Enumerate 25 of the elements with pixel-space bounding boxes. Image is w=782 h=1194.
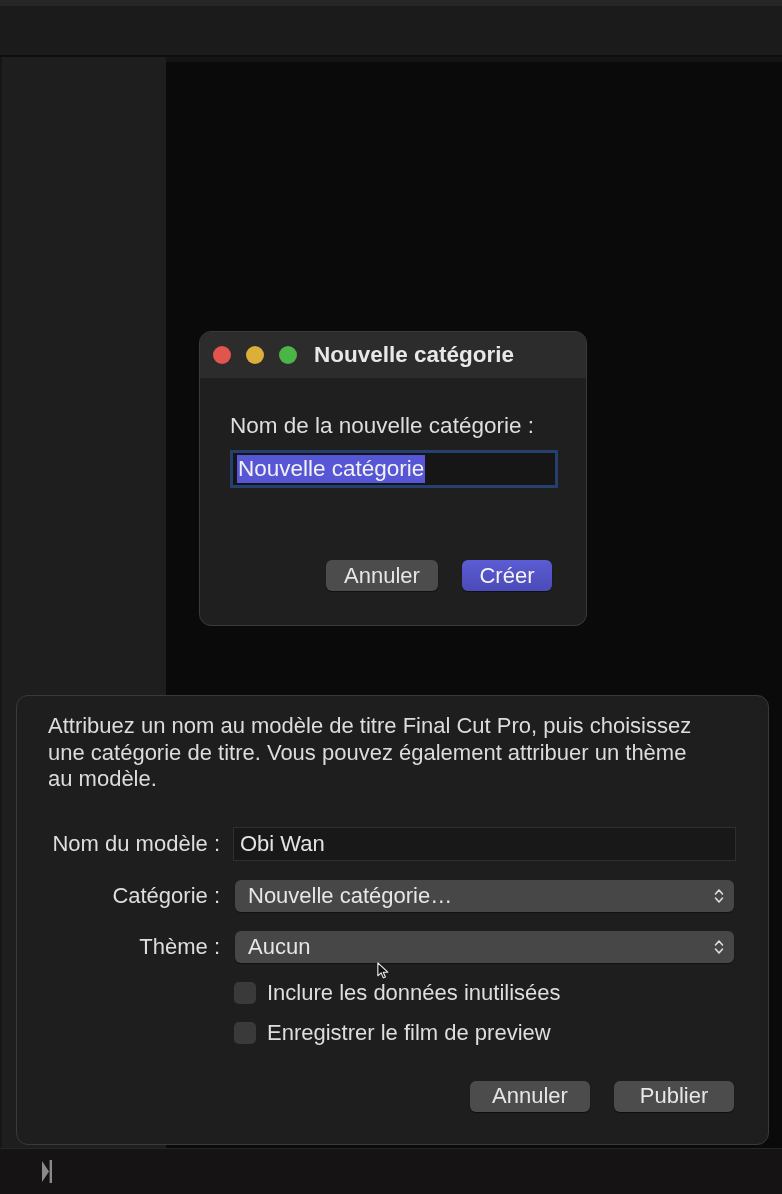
zoom-button[interactable]	[279, 346, 297, 364]
popup-button[interactable]: Nouvelle catégorie…	[235, 879, 734, 912]
chevron-updown-icon	[714, 887, 724, 904]
popup-button[interactable]: Aucun	[235, 930, 734, 963]
dialog-button[interactable]: Annuler	[326, 560, 438, 591]
field-label: Nom de la nouvelle catégorie :	[230, 413, 534, 438]
sheet-button[interactable]: Annuler	[470, 1080, 590, 1112]
checkbox-label: Enregistrer le film de preview	[267, 1021, 551, 1044]
field-label: Nom du modèle :	[51, 830, 220, 857]
description-text: Attribuez un nom au modèle de titre Final Cut Pro, puis choisissez une catégorie de titre. Vous pouvez également attribuer un thème au modèle.	[48, 713, 693, 793]
text-field[interactable]: Obi Wan	[233, 826, 736, 861]
chevron-updown-icon	[714, 938, 724, 955]
checkbox[interactable]	[234, 981, 256, 1004]
checkbox-label: Inclure les données inutilisées	[267, 981, 561, 1004]
checkbox[interactable]	[234, 1021, 256, 1044]
close-button[interactable]	[213, 346, 231, 364]
sheet-button[interactable]: Publier	[614, 1080, 734, 1112]
text-field[interactable]: Nouvelle catégorie	[230, 450, 558, 488]
triangle-bar-icon	[42, 1160, 52, 1183]
mouse-pointer-icon	[377, 962, 389, 979]
field-label: Thème :	[138, 933, 220, 960]
window-title: Nouvelle catégorie	[314, 342, 515, 368]
field-label: Catégorie :	[111, 882, 220, 909]
default-button[interactable]: Créer	[462, 560, 552, 591]
minimize-button[interactable]	[246, 346, 264, 364]
